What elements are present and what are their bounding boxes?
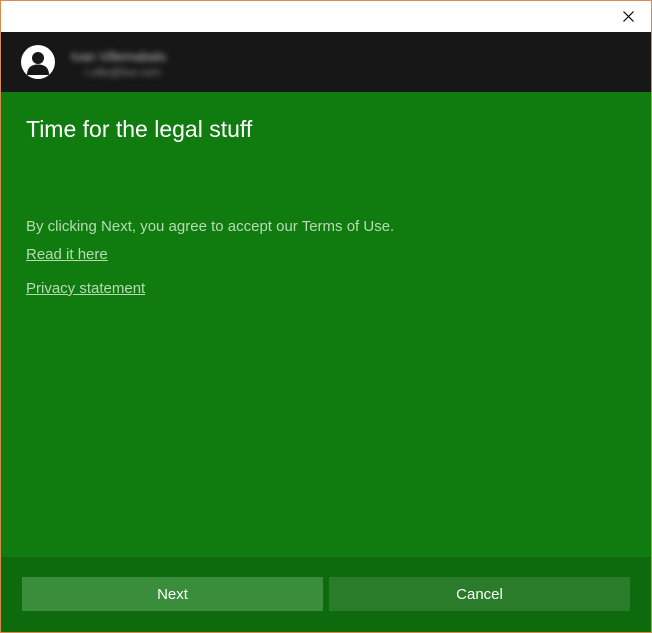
- footer: Next Cancel: [1, 557, 651, 632]
- close-button[interactable]: [605, 1, 651, 32]
- account-name: Ivan Villemabalo: [71, 49, 167, 64]
- privacy-statement-link[interactable]: Privacy statement: [26, 280, 145, 297]
- title-bar: [1, 1, 651, 32]
- terms-text: By clicking Next, you agree to accept ou…: [26, 218, 395, 235]
- main-content: Time for the legal stuff By clicking Nex…: [1, 92, 651, 557]
- page-title: Time for the legal stuff: [26, 116, 253, 142]
- person-icon: [21, 52, 55, 79]
- account-email: i.ville@live.com: [85, 67, 161, 79]
- account-bar: Ivan Villemabalo i.ville@live.com: [1, 32, 651, 92]
- close-icon: [622, 11, 634, 22]
- cancel-button[interactable]: Cancel: [329, 577, 630, 611]
- next-button[interactable]: Next: [22, 577, 323, 611]
- dialog-window: Ivan Villemabalo i.ville@live.com Time f…: [0, 0, 652, 633]
- avatar: [21, 45, 55, 79]
- read-terms-link[interactable]: Read it here: [26, 246, 108, 263]
